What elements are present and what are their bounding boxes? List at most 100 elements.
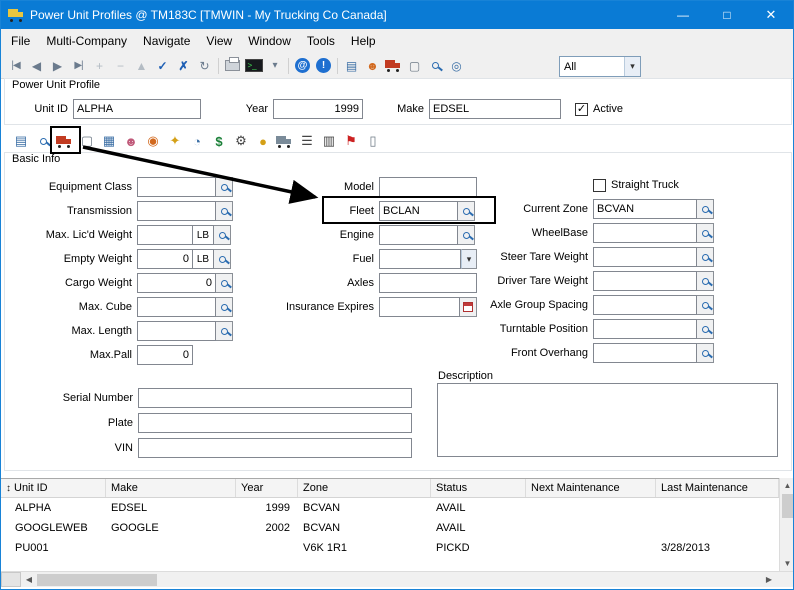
report-button[interactable]: ▥ bbox=[319, 130, 339, 152]
edit-record-button[interactable]: ▲ bbox=[131, 55, 152, 77]
close-button[interactable]: ✕ bbox=[749, 1, 793, 29]
search-button[interactable] bbox=[425, 55, 446, 77]
grid-header-zone[interactable]: Zone bbox=[298, 479, 431, 497]
horizontal-scroll-thumb[interactable] bbox=[37, 574, 157, 586]
info-button[interactable]: ! bbox=[313, 55, 334, 77]
max-pall-field[interactable] bbox=[137, 345, 193, 365]
driver-tare-weight-lookup-button[interactable] bbox=[697, 271, 714, 291]
cargo-weight-lookup-button[interactable] bbox=[216, 273, 233, 293]
menu-tools[interactable]: Tools bbox=[299, 31, 343, 51]
year-field[interactable] bbox=[273, 99, 363, 119]
scroll-down-button[interactable]: ▼ bbox=[780, 556, 794, 571]
grid-header-unit-id[interactable]: ↕Unit ID bbox=[1, 479, 106, 497]
grid-button[interactable]: ▦ bbox=[99, 130, 119, 152]
unit-id-field[interactable] bbox=[73, 99, 201, 119]
menu-help[interactable]: Help bbox=[343, 31, 384, 51]
max-cube-field[interactable] bbox=[137, 297, 216, 317]
scroll-left-button[interactable]: ◀ bbox=[21, 572, 37, 587]
transmission-lookup-button[interactable] bbox=[216, 201, 233, 221]
truck-toolbar-button[interactable] bbox=[383, 55, 404, 77]
grid-header-next-maintenance[interactable]: Next Maintenance bbox=[526, 479, 656, 497]
equipment-class-lookup-button[interactable] bbox=[216, 177, 233, 197]
nav-next-button[interactable]: ▶ bbox=[47, 55, 68, 77]
print-button[interactable] bbox=[222, 55, 243, 77]
gear-button[interactable]: ⚙ bbox=[231, 130, 251, 152]
list-button[interactable]: ☰ bbox=[297, 130, 317, 152]
scroll-right-button[interactable]: ▶ bbox=[761, 572, 777, 587]
driver-tare-weight-field[interactable] bbox=[593, 271, 697, 291]
minimize-button[interactable]: — bbox=[661, 1, 705, 29]
description-textarea[interactable] bbox=[437, 383, 778, 457]
target-button[interactable]: ◉ bbox=[143, 130, 163, 152]
delete-record-button[interactable]: − bbox=[110, 55, 131, 77]
scroll-up-button[interactable]: ▲ bbox=[780, 478, 794, 493]
coin-button[interactable]: ● bbox=[253, 130, 273, 152]
clock-button[interactable]: ◔ bbox=[187, 130, 207, 152]
grid-splitter-button[interactable] bbox=[1, 572, 21, 587]
menu-multi-company[interactable]: Multi-Company bbox=[38, 31, 135, 51]
fleet-assign-button[interactable] bbox=[55, 130, 75, 152]
wheelbase-field[interactable] bbox=[593, 223, 697, 243]
steer-tare-weight-lookup-button[interactable] bbox=[697, 247, 714, 267]
doc-button[interactable]: ▯ bbox=[363, 130, 383, 152]
filter-combo[interactable]: All ▾ bbox=[559, 56, 641, 77]
vertical-scrollbar[interactable]: ▲ ▼ bbox=[779, 478, 794, 571]
axle-group-spacing-lookup-button[interactable] bbox=[697, 295, 714, 315]
nav-first-button[interactable]: |◀ bbox=[5, 55, 26, 77]
straight-truck-checkbox[interactable] bbox=[593, 179, 606, 192]
turntable-position-lookup-button[interactable] bbox=[697, 319, 714, 339]
horizontal-scrollbar[interactable]: ◀ ▶ bbox=[1, 571, 794, 587]
plate-field[interactable] bbox=[138, 413, 412, 433]
front-overhang-field[interactable] bbox=[593, 343, 697, 363]
flag-button[interactable]: ⚑ bbox=[341, 130, 361, 152]
people-button[interactable]: ☻ bbox=[121, 130, 141, 152]
menu-window[interactable]: Window bbox=[240, 31, 299, 51]
steer-tare-weight-field[interactable] bbox=[593, 247, 697, 267]
grid-header-year[interactable]: Year bbox=[236, 479, 298, 497]
table-row[interactable]: ALPHA EDSEL 1999 BCVAN AVAIL bbox=[1, 498, 779, 518]
terminal-button[interactable]: >_ bbox=[243, 55, 264, 77]
filter-dropdown-button[interactable]: ▾ bbox=[624, 57, 640, 76]
max-length-lookup-button[interactable] bbox=[216, 321, 233, 341]
key-button[interactable]: ✦ bbox=[165, 130, 185, 152]
serial-number-field[interactable] bbox=[138, 388, 412, 408]
axle-group-spacing-field[interactable] bbox=[593, 295, 697, 315]
empty-weight-lookup-button[interactable] bbox=[214, 249, 231, 269]
menu-view[interactable]: View bbox=[198, 31, 240, 51]
menu-navigate[interactable]: Navigate bbox=[135, 31, 198, 51]
card-button[interactable]: ▢ bbox=[404, 55, 425, 77]
terminal-dropdown-button[interactable]: ▾ bbox=[264, 55, 285, 77]
cargo-weight-field[interactable] bbox=[137, 273, 216, 293]
table-row[interactable]: GOOGLEWEB GOOGLE 2002 BCVAN AVAIL bbox=[1, 518, 779, 538]
front-overhang-lookup-button[interactable] bbox=[697, 343, 714, 363]
gray-truck-button[interactable] bbox=[275, 130, 295, 152]
wheelbase-lookup-button[interactable] bbox=[697, 223, 714, 243]
money-button[interactable]: $ bbox=[209, 130, 229, 152]
grid-header-make[interactable]: Make bbox=[106, 479, 236, 497]
menu-file[interactable]: File bbox=[3, 31, 38, 51]
post-button[interactable]: ✓ bbox=[152, 55, 173, 77]
maximize-button[interactable]: □ bbox=[705, 1, 749, 29]
user-button[interactable]: ☻ bbox=[362, 55, 383, 77]
make-field[interactable] bbox=[429, 99, 561, 119]
nav-prev-button[interactable]: ◀ bbox=[26, 55, 47, 77]
table-row[interactable]: PU001 V6K 1R1 PICKD 3/28/2013 bbox=[1, 538, 779, 558]
monitor-button[interactable]: ▤ bbox=[11, 130, 31, 152]
form-button[interactable]: ▤ bbox=[341, 55, 362, 77]
active-checkbox[interactable]: ✓ bbox=[575, 103, 588, 116]
globe-button[interactable]: ◎ bbox=[446, 55, 467, 77]
max-licd-weight-field[interactable] bbox=[137, 225, 193, 245]
nav-last-button[interactable]: ▶| bbox=[68, 55, 89, 77]
grid-header-last-maintenance[interactable]: Last Maintenance bbox=[656, 479, 779, 497]
add-record-button[interactable]: + bbox=[89, 55, 110, 77]
max-licd-weight-lookup-button[interactable] bbox=[214, 225, 231, 245]
cancel-edit-button[interactable]: ✗ bbox=[173, 55, 194, 77]
grid-header-status[interactable]: Status bbox=[431, 479, 526, 497]
transmission-field[interactable] bbox=[137, 201, 216, 221]
vin-field[interactable] bbox=[138, 438, 412, 458]
empty-weight-field[interactable] bbox=[137, 249, 193, 269]
horizontal-scroll-track[interactable] bbox=[157, 572, 761, 587]
card-button-2[interactable]: ▢ bbox=[77, 130, 97, 152]
turntable-position-field[interactable] bbox=[593, 319, 697, 339]
current-zone-lookup-button[interactable] bbox=[697, 199, 714, 219]
